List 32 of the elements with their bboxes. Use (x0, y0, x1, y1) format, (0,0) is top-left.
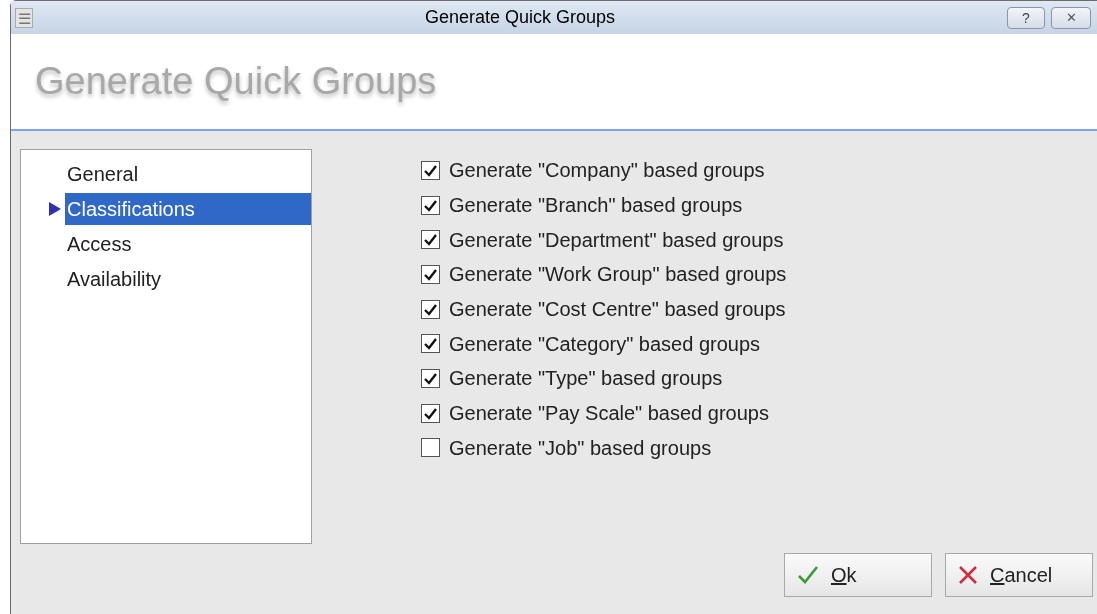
checkbox[interactable] (421, 299, 440, 319)
checkbox[interactable] (421, 195, 440, 215)
checkbox-label: Generate "Job" based groups (449, 435, 712, 461)
sidebar-item[interactable]: Classifications (65, 192, 311, 225)
checkbox-label: Generate "Work Group" based groups (449, 262, 787, 288)
checkbox[interactable] (421, 403, 440, 423)
help-button[interactable]: ? (1007, 6, 1045, 29)
ok-button[interactable]: Ok (784, 553, 932, 597)
checkbox[interactable] (421, 230, 440, 250)
checkbox-label: Generate "Department" based groups (449, 227, 784, 253)
sidebar-item[interactable]: Availability (65, 262, 311, 295)
checkbox-label: Generate "Cost Centre" based groups (449, 297, 786, 323)
checkbox-label: Generate "Type" based groups (449, 366, 723, 392)
checkbox-label: Generate "Pay Scale" based groups (449, 401, 769, 427)
pointer-icon (49, 201, 61, 216)
close-icon (958, 565, 978, 585)
close-button[interactable]: ✕ (1051, 6, 1091, 29)
checkmark-icon (797, 565, 819, 585)
checkbox-label: Generate "Branch" based groups (449, 193, 743, 219)
checkbox-label: Generate "Category" based groups (449, 331, 761, 357)
checkbox[interactable] (421, 264, 440, 284)
sidebar-item[interactable]: Access (65, 227, 311, 260)
checkbox[interactable] (421, 160, 440, 180)
checkbox[interactable] (421, 438, 440, 458)
header-title: Generate Quick Groups (35, 59, 437, 104)
checkbox[interactable] (421, 368, 440, 388)
window-title: Generate Quick Groups (423, 6, 617, 29)
cancel-button[interactable]: Cancel (945, 553, 1093, 597)
checkbox-label: Generate "Company" based groups (449, 158, 765, 184)
checkbox[interactable] (421, 334, 440, 354)
sidebar-item[interactable]: General (65, 157, 311, 190)
window-menu-icon[interactable]: ☰ (15, 7, 33, 28)
